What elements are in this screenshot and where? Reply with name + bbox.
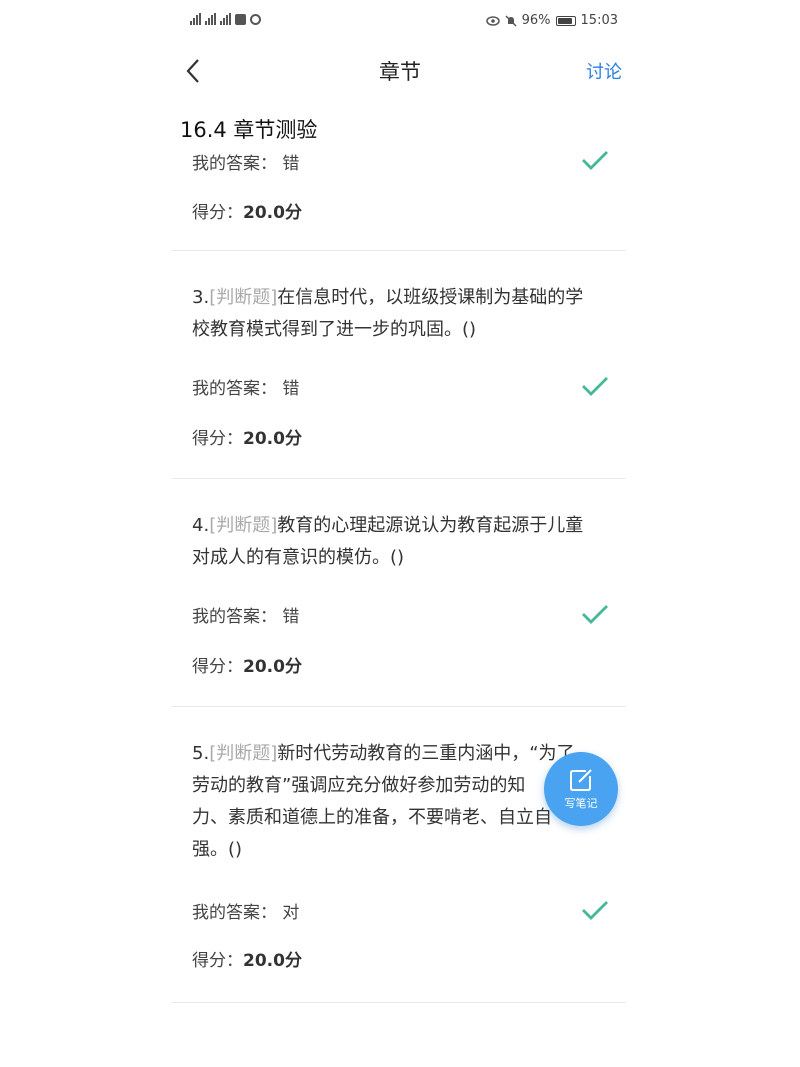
my-answer: 我的答案： 对: [192, 903, 300, 923]
nav-bar: 章节 讨论: [170, 48, 630, 92]
question-text: 4.[判断题]教育的心理起源说认为教育起源于儿童 对成人的有意识的模仿。(): [192, 515, 584, 568]
edit-note-icon: [570, 769, 592, 791]
browser-notification-icon: [250, 13, 261, 25]
check-icon: [582, 605, 608, 624]
app-notification-icon: [235, 13, 246, 25]
signal-icon: [205, 13, 216, 25]
signal-icon: [190, 13, 201, 25]
question-card: 我的答案： 错 得分：20.0分: [172, 140, 626, 251]
check-icon: [582, 151, 608, 170]
eye-icon: [485, 15, 500, 26]
question-card: 4.[判断题]教育的心理起源说认为教育起源于儿童 对成人的有意识的模仿。() 我…: [172, 480, 626, 707]
status-bar: 96% 15:03: [170, 10, 630, 36]
battery-percent: 96%: [521, 13, 551, 28]
page-title: 章节: [379, 60, 421, 84]
discuss-link[interactable]: 讨论: [586, 58, 622, 84]
status-right-icons: 96% 15:03: [485, 13, 618, 28]
question-type-tag: [判断题]: [209, 515, 278, 536]
status-left-icons: [190, 13, 261, 25]
score: 得分：20.0分: [192, 203, 302, 223]
score: 得分：20.0分: [192, 951, 302, 971]
score: 得分：20.0分: [192, 429, 302, 449]
write-notes-label: 写笔记: [564, 797, 598, 810]
question-card: 3.[判断题]在信息时代，以班级授课制为基础的学 校教育模式得到了进一步的巩固。…: [172, 252, 626, 479]
question-text: 3.[判断题]在信息时代，以班级授课制为基础的学 校教育模式得到了进一步的巩固。…: [192, 287, 584, 340]
my-answer: 我的答案： 错: [192, 607, 300, 627]
clock-time: 15:03: [580, 13, 618, 28]
check-icon: [582, 377, 608, 396]
score: 得分：20.0分: [192, 657, 302, 677]
my-answer: 我的答案： 错: [192, 379, 300, 399]
question-card: 5.[判断题]新时代劳动教育的三重内涵中，“为了 劳动的教育”强调应充分做好参加…: [172, 708, 626, 1003]
check-icon: [582, 901, 608, 920]
mute-bell-icon: [505, 14, 517, 27]
battery-icon: [555, 15, 576, 26]
write-notes-button[interactable]: 写笔记: [544, 752, 618, 826]
phone-screen: 96% 15:03 章节 讨论 16.4 章节测验 我的答案： 错 得分：20.…: [170, 0, 630, 1067]
question-type-tag: [判断题]: [209, 743, 278, 764]
my-answer: 我的答案： 错: [192, 154, 300, 174]
signal-icon: [220, 13, 231, 25]
question-type-tag: [判断题]: [209, 287, 278, 308]
